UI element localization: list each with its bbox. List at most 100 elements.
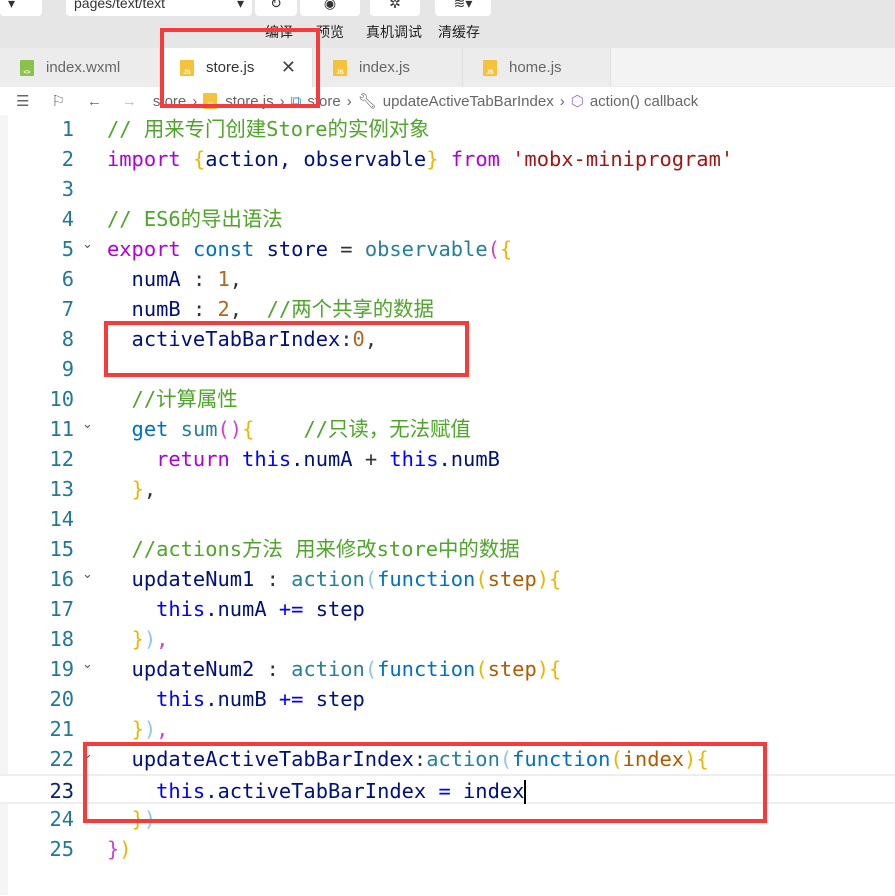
code-line[interactable]: 17 this.numA += step — [0, 594, 895, 624]
separator: › — [559, 92, 565, 110]
code-line[interactable]: 6 numA : 1, — [0, 264, 895, 294]
code-text: import {action, observable} from 'mobx-m… — [107, 144, 733, 174]
tab-label: index.js — [359, 59, 410, 76]
code-line[interactable]: 10 //计算属性 — [0, 384, 895, 414]
clear-cache-button[interactable]: 清缓存 — [438, 22, 480, 42]
code-token: this — [107, 687, 206, 711]
list-icon[interactable]: ☰ — [16, 92, 29, 110]
line-number: 3 — [61, 177, 74, 201]
code-token: action — [291, 567, 365, 591]
code-token: updateNum2 — [107, 657, 255, 681]
line-number: 21 — [49, 717, 74, 741]
fold-chevron-icon[interactable]: ⌄ — [82, 410, 93, 440]
code-token: { — [499, 237, 513, 261]
code-line[interactable]: 18 }), — [0, 624, 895, 654]
code-line[interactable]: 21 }), — [0, 714, 895, 744]
line-number: 9 — [61, 357, 74, 381]
refresh-icon[interactable]: ↻ — [255, 0, 297, 16]
bookmark-icon[interactable]: ⚐ — [51, 92, 64, 110]
code-line[interactable]: 12 return this.numA + this.numB — [0, 444, 895, 474]
code-line[interactable]: 2 import {action, observable} from 'mobx-… — [0, 144, 895, 174]
code-token: get — [107, 417, 181, 441]
mode-dropdown[interactable]: ▾ — [0, 0, 42, 16]
code-token: .numA — [205, 597, 279, 621]
code-text: this.numA += step — [107, 594, 365, 624]
code-text: // 用来专门创建Store的实例对象 — [107, 114, 430, 144]
wxml-file-icon: <> — [20, 59, 34, 76]
code-token: .numA — [291, 447, 353, 471]
code-token: import — [107, 147, 193, 171]
code-text: //actions方法 用来修改store中的数据 — [107, 534, 520, 564]
code-token: return — [107, 447, 243, 471]
code-text: }), — [107, 714, 169, 744]
code-token: observable — [364, 237, 488, 261]
code-token: numB — [107, 297, 181, 321]
breadcrumb-item[interactable]: updateActiveTabBarIndex — [383, 93, 554, 110]
page-select[interactable]: pages/text/text ▾ — [66, 0, 252, 16]
code-token: sum — [180, 417, 218, 441]
code-token: ) — [119, 837, 132, 861]
code-line[interactable]: 25}) — [0, 834, 895, 864]
code-token: // ES6的导出语法 — [107, 207, 283, 231]
tab-index-js[interactable]: JS index.js — [313, 48, 463, 87]
code-line[interactable]: 11 ⌄ get sum(){ //只读，无法赋值 — [0, 414, 895, 444]
code-token: numA — [107, 267, 181, 291]
code-line[interactable]: 20 this.numB += step — [0, 684, 895, 714]
cube-icon: ⬡ — [570, 93, 584, 110]
code-line[interactable]: 15 //actions方法 用来修改store中的数据 — [0, 534, 895, 564]
code-line[interactable]: 4 // ES6的导出语法 — [0, 204, 895, 234]
breadcrumb-item[interactable]: action() callback — [590, 93, 698, 110]
fold-chevron-icon[interactable]: ⌄ — [82, 650, 93, 680]
code-token: { — [549, 657, 562, 681]
bug-icon[interactable]: ✲ — [370, 0, 420, 16]
code-line[interactable]: 19 ⌄ updateNum2 : action(function(step){ — [0, 654, 895, 684]
code-token: ) — [143, 627, 157, 651]
code-text: export const store = observable({ — [107, 234, 512, 264]
code-token: step — [303, 597, 365, 621]
editor-tabs: <> index.wxml JS store.js ✕ JS index.js JS ho… — [0, 48, 895, 87]
code-line[interactable]: 7 numB : 2, //两个共享的数据 — [0, 294, 895, 324]
code-token: ( — [364, 567, 378, 591]
tab-home-js[interactable]: JS home.js — [463, 48, 611, 87]
code-text: this.numB += step — [107, 684, 365, 714]
code-text: // ES6的导出语法 — [107, 204, 283, 234]
layers-icon[interactable]: ≋▾ — [435, 0, 491, 16]
code-token: : — [254, 657, 292, 681]
code-token: function — [377, 567, 476, 591]
code-token: += — [278, 597, 304, 621]
code-text: numB : 2, //两个共享的数据 — [107, 294, 434, 324]
eye-icon[interactable]: ◉ — [300, 0, 360, 16]
line-number: 8 — [61, 327, 74, 351]
code-line[interactable]: 1 // 用来专门创建Store的实例对象 — [0, 114, 895, 144]
line-number: 23 — [49, 779, 74, 803]
code-line[interactable]: 5 ⌄ export const store = observable({ — [0, 234, 895, 264]
tab-index-wxml[interactable]: <> index.wxml — [0, 48, 160, 87]
code-token: //计算属性 — [107, 387, 238, 411]
code-token: , — [156, 717, 169, 741]
remote-debug-button[interactable]: 真机调试 — [366, 22, 422, 42]
line-number: 20 — [49, 687, 74, 711]
fold-chevron-icon[interactable]: ⌄ — [82, 230, 93, 260]
code-line[interactable]: 3 — [0, 174, 895, 204]
highlight-box-tab — [160, 28, 320, 108]
line-number: 15 — [49, 537, 74, 561]
code-token: .numB — [205, 687, 279, 711]
code-text: }) — [107, 834, 132, 864]
code-line[interactable]: 14 — [0, 504, 895, 534]
breadcrumb: ☰ ⚐ ← → store › JS store.js › ⧉ store › 🔧︎ … — [0, 87, 895, 115]
back-arrow-icon[interactable]: ← — [87, 93, 102, 110]
forward-arrow-icon[interactable]: → — [122, 93, 137, 110]
code-text: return this.numA + this.numB — [107, 444, 500, 474]
code-token: action, observable — [205, 147, 427, 171]
line-number: 16 — [49, 567, 74, 591]
code-line[interactable]: 16 ⌄ updateNum1 : action(function(step){ — [0, 564, 895, 594]
line-number: 12 — [49, 447, 74, 471]
code-token: += — [278, 687, 304, 711]
code-token: this — [242, 447, 292, 471]
fold-chevron-icon[interactable]: ⌄ — [82, 560, 93, 590]
preview-button[interactable]: 预览 — [316, 22, 344, 42]
code-token: { — [549, 567, 562, 591]
code-line[interactable]: 13 }, — [0, 474, 895, 504]
